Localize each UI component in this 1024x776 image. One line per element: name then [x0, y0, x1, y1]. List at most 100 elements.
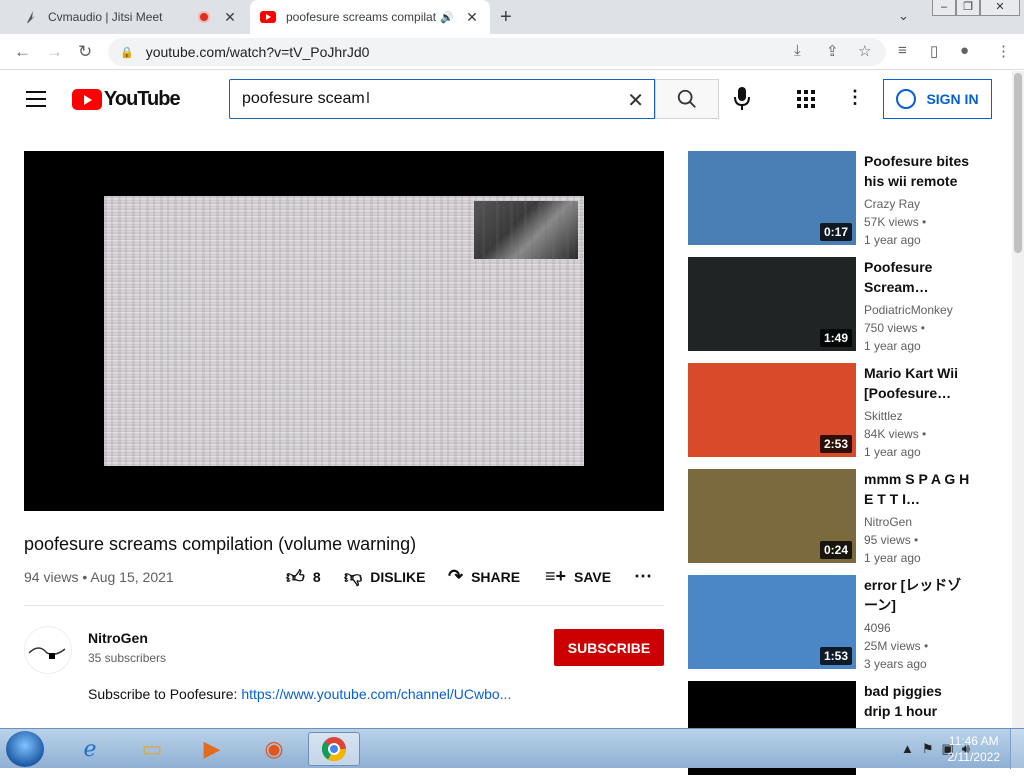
audio-playing-icon[interactable]: 🔊	[440, 11, 454, 24]
recommendation-title[interactable]: mmm S P A G H E T T I…	[864, 469, 972, 509]
like-count: 8	[312, 569, 321, 585]
internet-explorer-icon[interactable]: ℯ	[64, 732, 116, 766]
firefox-icon[interactable]: ◉	[248, 732, 300, 766]
recommendation-item[interactable]: 1:53 error [レッドゾーン] 4096 25M views • 3 years…	[688, 575, 998, 673]
tab-close-icon[interactable]: ✕	[222, 9, 238, 26]
share-label: SHARE	[471, 568, 521, 585]
video-player[interactable]	[24, 151, 664, 511]
browser-menu-icon[interactable]: ⋮	[996, 42, 1011, 60]
recommendation-age: 1 year ago	[864, 445, 921, 459]
tab-jitsi[interactable]: Cvmaudio | Jitsi Meet ✕	[12, 0, 248, 34]
show-desktop-button[interactable]	[1010, 729, 1024, 769]
tab-close-icon[interactable]: ✕	[464, 9, 480, 26]
clear-search-icon[interactable]: ✕	[627, 88, 644, 113]
recommendation-views: 84K views •	[864, 427, 927, 441]
recommendation-title[interactable]: bad piggies drip 1 hour	[864, 681, 972, 721]
chrome-icon[interactable]	[308, 732, 360, 766]
media-player-icon[interactable]: ▶	[186, 732, 238, 766]
tab-youtube[interactable]: poofesure screams compilat 🔊 ✕	[250, 0, 490, 34]
recommendation-views: 57K views •	[864, 215, 927, 229]
search-icon	[677, 89, 696, 108]
recommendation-info: error [レッドゾーン] 4096 25M views • 3 years ago	[864, 575, 972, 673]
search-button[interactable]	[655, 79, 719, 119]
recommendation-title[interactable]: Poofesure Scream…	[864, 257, 972, 297]
share-page-icon[interactable]: ⇪	[826, 42, 839, 60]
side-panel-icon[interactable]: ▯	[930, 42, 938, 60]
youtube-favicon-icon	[260, 9, 276, 25]
webcam-overlay	[474, 201, 578, 259]
taskbar-clock[interactable]: 11:46 AM 2/11/2022	[948, 733, 1001, 765]
video-thumbnail[interactable]: 0:24	[688, 469, 856, 563]
back-arrow-icon[interactable]: ←	[14, 42, 31, 62]
install-app-icon[interactable]: ⤓	[794, 42, 801, 59]
recommendation-info: bad piggies drip 1 hour	[864, 681, 972, 721]
share-button[interactable]: ↷ SHARE	[448, 566, 520, 587]
dislike-button[interactable]: 👎︎ DISLIKE	[344, 566, 426, 588]
recommendation-title[interactable]: Mario Kart Wii [Poofesure…	[864, 363, 972, 403]
tray-expand-icon[interactable]: ▲	[901, 741, 914, 757]
video-thumbnail[interactable]: 1:49	[688, 257, 856, 351]
settings-more-icon[interactable]: ⋮	[846, 87, 864, 108]
search-input[interactable]: poofesure sceam I ✕	[229, 79, 655, 119]
voice-search-button[interactable]	[734, 87, 750, 116]
youtube-apps-icon[interactable]	[797, 90, 815, 113]
recommendation-views: 25M views •	[864, 639, 929, 653]
share-arrow-icon: ↷	[448, 566, 464, 586]
recommendation-views: 95 views •	[864, 533, 919, 547]
close-window-icon[interactable]: ✕	[980, 0, 1020, 16]
video-description: Subscribe to Poofesure: https://www.yout…	[88, 686, 511, 702]
recommendation-item[interactable]: 1:49 Poofesure Scream… PodiatricMonkey 750 …	[688, 257, 998, 353]
save-button[interactable]: ≡+ SAVE	[545, 566, 611, 587]
more-actions-button[interactable]: ⋯	[634, 566, 660, 587]
recommendation-channel: Crazy Ray	[864, 197, 921, 211]
windows-start-button[interactable]	[6, 731, 44, 767]
user-circle-icon	[896, 89, 917, 109]
video-thumbnail[interactable]: 2:53	[688, 363, 856, 457]
video-frame	[104, 196, 584, 466]
like-button[interactable]: 👍︎ 8	[286, 566, 321, 588]
recommendation-info: mmm S P A G H E T T I… NitroGen 95 views •…	[864, 469, 972, 567]
scrollbar-thumb[interactable]	[1014, 73, 1022, 253]
channel-name[interactable]: NitroGen	[88, 630, 148, 646]
page-scrollbar[interactable]	[1012, 71, 1024, 728]
sign-in-button[interactable]: SIGN IN	[883, 79, 992, 119]
menu-hamburger-icon[interactable]	[26, 91, 46, 107]
recommendation-info: Mario Kart Wii [Poofesure… Skittlez 84K vi…	[864, 363, 972, 461]
media-controls-icon[interactable]: ≡	[898, 42, 907, 59]
new-tab-button[interactable]: +	[500, 6, 512, 29]
video-thumbnail[interactable]: 0:17	[688, 151, 856, 245]
save-label: SAVE	[574, 568, 612, 585]
bookmark-star-icon[interactable]: ☆	[858, 42, 871, 60]
avatar-scribble-icon	[28, 647, 66, 659]
video-thumbnail[interactable]: 1:53	[688, 575, 856, 669]
recommendation-item[interactable]: 2:53 Mario Kart Wii [Poofesure… Skittlez 84…	[688, 363, 998, 461]
file-explorer-icon[interactable]: ▭	[126, 732, 178, 766]
video-meta: 94 views • Aug 15, 2021	[24, 569, 174, 585]
subscribe-button[interactable]: SUBSCRIBE	[554, 629, 664, 666]
video-duration: 1:53	[819, 647, 852, 665]
recommendation-age: 3 years ago	[864, 657, 927, 671]
playlist-add-icon: ≡+	[545, 566, 567, 586]
address-bar[interactable]: 🔒 youtube.com/watch?v=tV_PoJhrJd0	[108, 38, 886, 66]
recording-indicator-icon	[198, 11, 210, 23]
video-duration: 0:17	[819, 223, 852, 241]
action-center-flag-icon[interactable]: ⚑	[922, 741, 934, 757]
youtube-logo[interactable]: YouTube	[72, 88, 181, 111]
restore-icon[interactable]: ❐	[956, 0, 980, 16]
search-input-value: poofesure sceam	[242, 90, 365, 107]
recommendation-item[interactable]: 0:17 Poofesure bites his wii remote Crazy …	[688, 151, 998, 247]
divider	[24, 605, 664, 606]
channel-avatar[interactable]	[24, 626, 72, 674]
recommendation-title[interactable]: error [レッドゾーン]	[864, 575, 972, 615]
reload-icon[interactable]: ↻	[78, 42, 92, 62]
logo-text: YouTube	[104, 88, 181, 110]
description-link[interactable]: https://www.youtube.com/channel/UCwbo...	[241, 686, 511, 702]
recommendation-item[interactable]: 0:24 mmm S P A G H E T T I… NitroGen 95 vie…	[688, 469, 998, 567]
thumbs-down-icon: 👎︎	[344, 567, 363, 587]
recommendation-age: 1 year ago	[864, 551, 921, 565]
minimize-icon[interactable]: –	[932, 0, 956, 16]
tab-search-chevron-icon[interactable]: ⌄	[898, 8, 909, 24]
recommendation-title[interactable]: Poofesure bites his wii remote	[864, 151, 972, 191]
profile-icon[interactable]: ●	[960, 42, 969, 59]
forward-arrow-icon[interactable]: →	[46, 42, 63, 62]
